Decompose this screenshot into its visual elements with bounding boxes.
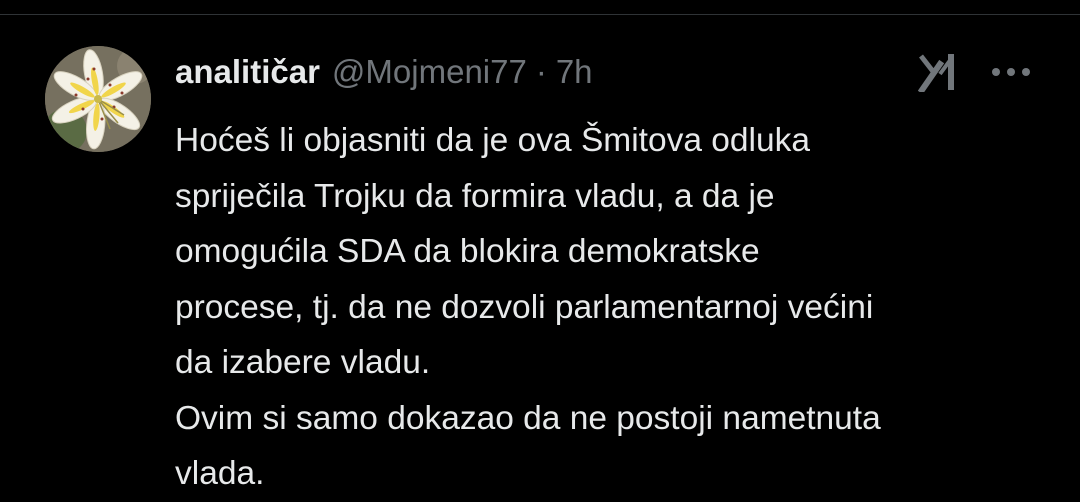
tweet-header: analitičar @Mojmeni77 · 7h — [175, 53, 593, 95]
timestamp[interactable]: 7h — [556, 53, 593, 91]
display-name[interactable]: analitičar — [175, 53, 320, 91]
user-handle[interactable]: @Mojmeni77 — [332, 53, 527, 91]
separator-dot: · — [535, 53, 547, 90]
tweet-text: Hoćeš li objasniti da je ova Šmitova odl… — [175, 122, 881, 492]
grok-icon[interactable] — [917, 50, 962, 95]
tweet-card[interactable]: analitičar @Mojmeni77 · 7h Hoćeš li obja… — [0, 15, 1080, 492]
lily-flower-avatar-image — [45, 46, 151, 152]
avatar[interactable] — [45, 46, 151, 152]
more-options-icon[interactable] — [990, 60, 1032, 84]
